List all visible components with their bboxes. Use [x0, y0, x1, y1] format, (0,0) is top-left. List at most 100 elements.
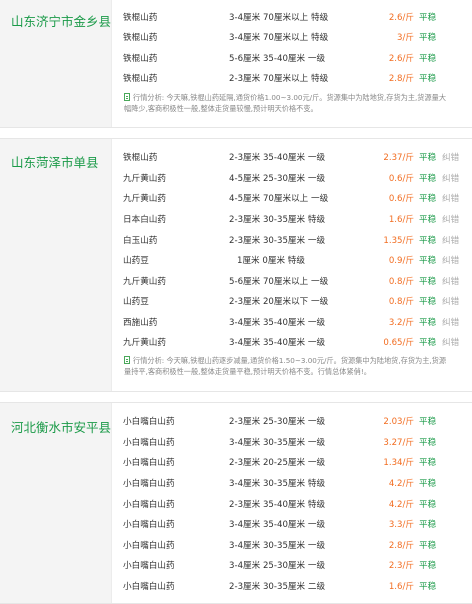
- trend-label: 平稳: [419, 54, 437, 64]
- table-row: 九斤黄山药 5-6厘米 70厘米以上 一级 0.8/斤 平稳 纠错: [112, 270, 472, 290]
- price-list: 小白嘴白山药 2-3厘米 25-30厘米 一级 2.03/斤 平稳 小白嘴白山药…: [112, 403, 472, 603]
- product-spec: 3-4厘米 35-40厘米 一级: [229, 520, 326, 530]
- product-name: 小白嘴白山药: [123, 582, 175, 592]
- report-error-link[interactable]: 纠错: [442, 295, 459, 307]
- price-value: 0.6/斤: [388, 194, 414, 204]
- product-name: 铁棍山药: [123, 153, 158, 163]
- trend-label: 平稳: [419, 458, 437, 468]
- trend-label: 平稳: [419, 74, 437, 84]
- price-value: 0.65/斤: [383, 338, 414, 348]
- report-error-link[interactable]: 纠错: [442, 275, 459, 287]
- product-name: 小白嘴白山药: [123, 541, 175, 551]
- price-value: 2.6/斤: [388, 54, 414, 64]
- product-spec: 3-4厘米 35-40厘米 一级: [229, 318, 326, 328]
- price-value: 1.6/斤: [388, 582, 414, 592]
- price-value: 0.6/斤: [388, 174, 414, 184]
- product-spec: 2-3厘米 25-30厘米 一级: [229, 417, 326, 427]
- trend-label: 平稳: [419, 318, 437, 328]
- trend-label: 平稳: [419, 215, 437, 225]
- report-error-link[interactable]: 纠错: [442, 254, 459, 266]
- price-list: 铁棍山药 3-4厘米 70厘米以上 特级 2.6/斤 平稳 铁棍山药 3-4厘米…: [112, 0, 472, 127]
- product-name: 白玉山药: [123, 236, 158, 246]
- product-spec: 3-4厘米 70厘米以上 特级: [229, 13, 329, 23]
- product-spec: 2-3厘米 30-35厘米 特级: [229, 215, 326, 225]
- product-name: 山药豆: [123, 297, 149, 307]
- table-row: 小白嘴白山药 3-4厘米 30-35厘米 一级 2.8/斤 平稳: [112, 534, 472, 554]
- table-row: 铁棍山药 3-4厘米 70厘米以上 特级 3/斤 平稳: [112, 26, 472, 46]
- trend-label: 平稳: [419, 338, 437, 348]
- price-value: 4.2/斤: [388, 479, 414, 489]
- price-value: 0.8/斤: [388, 277, 414, 287]
- price-value: 1.6/斤: [388, 215, 414, 225]
- region-name[interactable]: 河北衡水市安平县: [11, 417, 111, 436]
- product-name: 九斤黄山药: [123, 174, 166, 184]
- table-row: 九斤黄山药 4-5厘米 70厘米以上 一级 0.6/斤 平稳 纠错: [112, 187, 472, 207]
- table-row: 九斤黄山药 3-4厘米 35-40厘米 一级 0.65/斤 平稳 纠错: [112, 331, 472, 351]
- report-error-link[interactable]: 纠错: [442, 234, 459, 246]
- price-value: 2.8/斤: [388, 74, 414, 84]
- product-name: 铁棍山药: [123, 54, 158, 64]
- trend-label: 平稳: [419, 500, 437, 510]
- product-spec: 2-3厘米 30-35厘米 一级: [229, 236, 326, 246]
- region-panel: 山东菏泽市单县: [0, 139, 112, 391]
- market-section-shanxian: 山东菏泽市单县 铁棍山药 2-3厘米 35-40厘米 一级 2.37/斤 平稳 …: [0, 138, 472, 392]
- product-spec: 3-4厘米 30-35厘米 一级: [229, 541, 326, 551]
- document-icon: [124, 356, 130, 364]
- product-spec: 3-4厘米 35-40厘米 一级: [229, 338, 326, 348]
- trend-label: 平稳: [419, 438, 437, 448]
- price-value: 2.03/斤: [383, 417, 414, 427]
- trend-label: 平稳: [419, 33, 437, 43]
- table-row: 西施山药 3-4厘米 35-40厘米 一级 3.2/斤 平稳 纠错: [112, 311, 472, 331]
- table-row: 小白嘴白山药 3-4厘米 30-35厘米 一级 3.27/斤 平稳: [112, 431, 472, 451]
- product-spec: 3-4厘米 30-35厘米 特级: [229, 479, 326, 489]
- document-icon: [124, 93, 130, 101]
- trend-label: 平稳: [419, 174, 437, 184]
- table-row: 小白嘴白山药 3-4厘米 30-35厘米 特级 4.2/斤 平稳: [112, 472, 472, 492]
- price-list: 铁棍山药 2-3厘米 35-40厘米 一级 2.37/斤 平稳 纠错 九斤黄山药…: [112, 139, 472, 391]
- product-spec: 2-3厘米 20厘米以下 一级: [229, 297, 329, 307]
- product-name: 小白嘴白山药: [123, 561, 175, 571]
- price-value: 3.27/斤: [383, 438, 414, 448]
- report-error-link[interactable]: 纠错: [442, 172, 459, 184]
- table-row: 铁棍山药 2-3厘米 35-40厘米 一级 2.37/斤 平稳 纠错: [112, 146, 472, 166]
- report-error-link[interactable]: 纠错: [442, 192, 459, 204]
- report-error-link[interactable]: 纠错: [442, 213, 459, 225]
- table-row: 九斤黄山药 4-5厘米 25-30厘米 一级 0.6/斤 平稳 纠错: [112, 167, 472, 187]
- product-name: 日本白山药: [123, 215, 166, 225]
- trend-label: 平稳: [419, 194, 437, 204]
- product-name: 九斤黄山药: [123, 338, 166, 348]
- table-row: 山药豆 2-3厘米 20厘米以下 一级 0.8/斤 平稳 纠错: [112, 290, 472, 310]
- price-value: 3.2/斤: [388, 318, 414, 328]
- table-row: 小白嘴白山药 3-4厘米 35-40厘米 一级 3.3/斤 平稳: [112, 513, 472, 533]
- table-row: 白玉山药 2-3厘米 30-35厘米 一级 1.35/斤 平稳 纠错: [112, 229, 472, 249]
- product-spec: 3-4厘米 25-30厘米 一级: [229, 561, 326, 571]
- market-section-anping: 河北衡水市安平县 小白嘴白山药 2-3厘米 25-30厘米 一级 2.03/斤 …: [0, 402, 472, 604]
- product-name: 小白嘴白山药: [123, 417, 175, 427]
- product-name: 小白嘴白山药: [123, 438, 175, 448]
- trend-label: 平稳: [419, 277, 437, 287]
- analysis-line: 量持平,客商积极性一般,整体走货量平稳,预计明天价格不变。行情总体紧俏!。: [124, 367, 371, 376]
- table-row: 小白嘴白山药 2-3厘米 25-30厘米 一级 2.03/斤 平稳: [112, 410, 472, 430]
- report-error-link[interactable]: 纠错: [442, 336, 459, 348]
- analysis-line: 行情分析: 今天嘛,铁棍山药逐步减量,通货价格1.50~3.00元/斤。货源集中…: [133, 356, 447, 365]
- product-name: 山药豆: [123, 256, 149, 266]
- report-error-link[interactable]: 纠错: [442, 151, 459, 163]
- price-value: 4.2/斤: [388, 500, 414, 510]
- price-value: 2.37/斤: [383, 153, 414, 163]
- table-row: 山药豆 1厘米 0厘米 特级 0.9/斤 平稳 纠错: [112, 249, 472, 269]
- price-value: 3.3/斤: [388, 520, 414, 530]
- product-name: 九斤黄山药: [123, 277, 166, 287]
- product-name: 小白嘴白山药: [123, 500, 175, 510]
- analysis-line: 幅降少,客商积极性一般,整体走货量较慢,预计明天价格不变。: [124, 104, 318, 113]
- report-error-link[interactable]: 纠错: [442, 316, 459, 328]
- price-value: 2.6/斤: [388, 13, 414, 23]
- price-value: 2.3/斤: [388, 561, 414, 571]
- product-spec: 4-5厘米 25-30厘米 一级: [229, 174, 326, 184]
- trend-label: 平稳: [419, 561, 437, 571]
- price-value: 1.34/斤: [383, 458, 414, 468]
- price-value: 0.9/斤: [388, 256, 414, 266]
- region-name[interactable]: 山东菏泽市单县: [11, 152, 99, 171]
- product-name: 九斤黄山药: [123, 194, 166, 204]
- trend-label: 平稳: [419, 541, 437, 551]
- region-name[interactable]: 山东济宁市金乡县: [11, 11, 111, 30]
